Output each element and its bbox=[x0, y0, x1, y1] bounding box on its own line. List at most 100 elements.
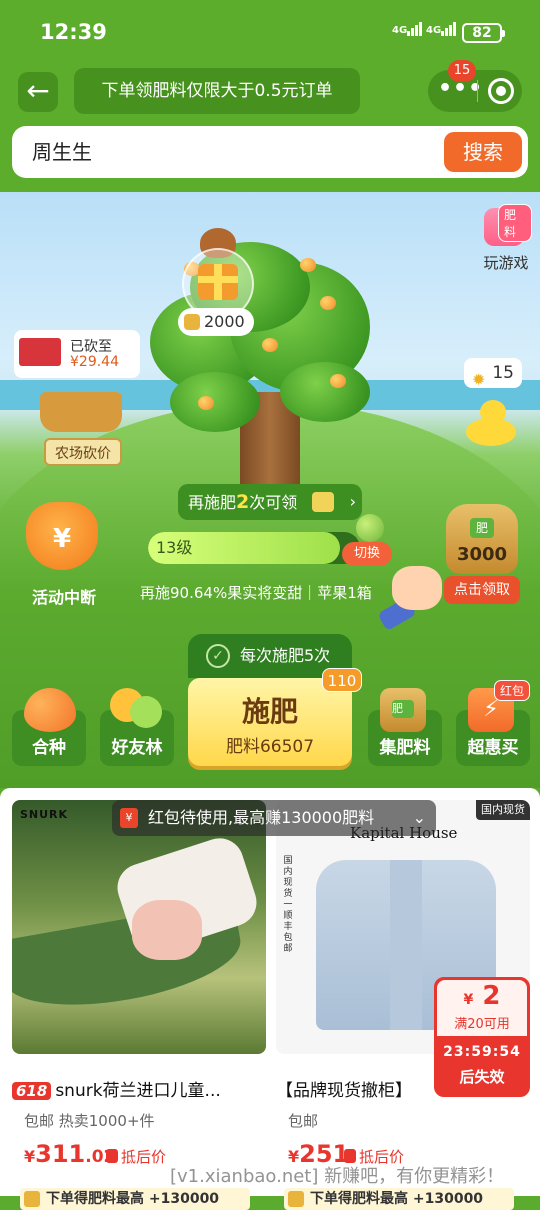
nav-collect-label: 集肥料 bbox=[379, 738, 431, 758]
price-int: 311 bbox=[35, 1140, 86, 1168]
fertilizer-bag-icon[interactable]: 肥 3000 bbox=[446, 504, 518, 574]
progress-text: 再施90.64%果实将变甜｜苹果1箱 bbox=[140, 584, 372, 602]
tip-count: 2 bbox=[236, 491, 250, 513]
battery-icon: 82 bbox=[462, 23, 505, 43]
product-title[interactable]: 618 snurk荷兰进口儿童... bbox=[12, 1076, 266, 1101]
apple-icon bbox=[356, 514, 384, 542]
chevron-right-icon: › bbox=[349, 492, 356, 511]
sf-badge: 国内现货 一顺丰包邮 bbox=[283, 856, 293, 954]
bag-amount: 3000 bbox=[456, 544, 508, 565]
money-bag-symbol: ¥ bbox=[52, 524, 72, 554]
divider bbox=[477, 80, 478, 102]
coupon-amount-value: 2 bbox=[482, 981, 501, 1011]
deduct-text: 抵后价 bbox=[121, 1148, 167, 1166]
close-target-icon[interactable] bbox=[488, 78, 514, 104]
nav-forest-label: 好友林 bbox=[111, 738, 163, 758]
level-progress-bar: 13级 bbox=[148, 532, 360, 564]
gift-icon bbox=[198, 264, 238, 300]
red-packet-banner[interactable]: ¥ 红包待使用,最高赚130000肥料 ⌄ bbox=[112, 800, 436, 836]
coupon-amount: ¥ 2 bbox=[437, 980, 527, 1016]
basket-icon[interactable] bbox=[40, 392, 122, 432]
fruit[interactable] bbox=[330, 374, 346, 388]
farm-scene: 2000 肥料 玩游戏 已砍至 ¥29.44 农场砍价 ✹ 15 再施肥2次可领 … bbox=[0, 192, 540, 788]
deduct-label: 抵后价 bbox=[106, 1146, 166, 1167]
product-subtitle: 包邮 bbox=[288, 1112, 319, 1130]
fertilize-label: 施肥 bbox=[241, 695, 298, 728]
game-label: 玩游戏 bbox=[483, 254, 529, 272]
coin-icon bbox=[184, 314, 200, 330]
red-packet-tag: 红包 bbox=[494, 680, 531, 701]
sack-badge: 肥 bbox=[392, 700, 414, 718]
nav-super-label: 超惠买 bbox=[467, 738, 519, 758]
coupon-expire: 后失效 bbox=[459, 1068, 505, 1086]
fertilize-badge: 110 bbox=[322, 668, 362, 692]
game-badge: 肥料 bbox=[498, 204, 532, 242]
claim-button[interactable]: 点击领取 bbox=[444, 576, 520, 604]
heart-icon bbox=[24, 688, 76, 732]
money-bag-icon[interactable]: ¥ bbox=[26, 502, 98, 570]
fertilizer-icon bbox=[288, 1191, 304, 1207]
coupon-timer: 23:59:54 bbox=[443, 1044, 521, 1060]
message-count-badge: 15 bbox=[448, 60, 476, 82]
fruit[interactable] bbox=[300, 258, 316, 272]
reward-text: 下单得肥料最高 +130000 bbox=[46, 1191, 220, 1207]
bargain-price: ¥29.44 bbox=[70, 354, 119, 370]
gift-coins-value: 2000 bbox=[204, 312, 245, 331]
search-bar: 搜索 bbox=[12, 126, 528, 178]
coupon-value: ¥ 2 满20可用 bbox=[437, 980, 527, 1036]
fertilizer-reward-strip: 下单得肥料最高 +130000 bbox=[284, 1188, 514, 1210]
coin-icon bbox=[344, 1149, 356, 1163]
order-tip-banner[interactable]: 下单领肥料仅限大于0.5元订单 bbox=[74, 68, 360, 114]
tip-suffix: 次可领 bbox=[249, 493, 298, 512]
product-thumbnail bbox=[19, 338, 61, 366]
fertilizer-reward-strip: 下单得肥料最高 +130000 bbox=[20, 1188, 250, 1210]
fertilizer-icon bbox=[312, 492, 334, 512]
brand-logo: SNURK bbox=[20, 808, 69, 821]
fruit[interactable] bbox=[262, 338, 278, 352]
bargain-card[interactable]: 已砍至 ¥29.44 bbox=[14, 330, 140, 378]
network-type: 4G bbox=[426, 25, 442, 36]
tip-prefix: 再施肥 bbox=[188, 493, 237, 512]
duck-count: 15 bbox=[492, 363, 514, 383]
fertilize-each-label: 每次施肥5次 bbox=[240, 646, 331, 665]
red-packet-text: 红包待使用,最高赚130000肥料 bbox=[148, 808, 375, 827]
search-input[interactable] bbox=[32, 126, 412, 178]
fertilize-tip[interactable]: 再施肥2次可领 › bbox=[178, 484, 362, 520]
check-icon: ✓ bbox=[206, 644, 230, 668]
coupon-currency: ¥ bbox=[463, 992, 474, 1008]
level-label: 13级 bbox=[156, 538, 193, 557]
reward-text: 下单得肥料最高 +130000 bbox=[310, 1191, 484, 1207]
fertilizer-amount: 肥料66507 bbox=[225, 737, 315, 757]
mini-program-capsule: ••• bbox=[428, 70, 522, 112]
product-subtitle: 包邮 热卖1000+件 bbox=[24, 1112, 155, 1130]
activity-label[interactable]: 活动中断 bbox=[16, 584, 112, 608]
search-button[interactable]: 搜索 bbox=[444, 132, 522, 172]
duck-icon[interactable] bbox=[462, 398, 518, 448]
farm-bargain-label[interactable]: 农场砍价 bbox=[44, 438, 122, 466]
coupon-condition: 满20可用 bbox=[454, 1017, 510, 1032]
fruit[interactable] bbox=[320, 296, 336, 310]
product-title-text: snurk荷兰进口儿童... bbox=[55, 1081, 221, 1101]
chevron-down-icon: ⌄ bbox=[412, 808, 426, 827]
nav-plant-label: 合种 bbox=[32, 738, 66, 758]
signal-icon: 4G bbox=[426, 22, 457, 36]
tree-leaves bbox=[280, 362, 370, 422]
coupon-popup[interactable]: ¥ 2 满20可用 23:59:54 后失效 bbox=[434, 977, 530, 1097]
signal-icon: 4G bbox=[392, 22, 423, 36]
trees-icon bbox=[110, 688, 162, 732]
price-currency: ¥ bbox=[24, 1147, 36, 1166]
bag-badge: 肥 bbox=[470, 518, 494, 538]
battery-level: 82 bbox=[472, 25, 492, 41]
promo-tag: 618 bbox=[12, 1082, 52, 1100]
stock-tag: 国内现货 bbox=[476, 800, 530, 820]
tree-leaves bbox=[170, 372, 260, 432]
duck-counter: ✹ 15 bbox=[464, 358, 522, 389]
coin-icon bbox=[106, 1149, 118, 1163]
fertilizer-sack-icon: 肥 bbox=[380, 688, 426, 732]
fruit[interactable] bbox=[198, 396, 214, 410]
sun-icon: ✹ bbox=[472, 370, 486, 389]
product-image[interactable]: SNURK bbox=[12, 800, 266, 1054]
play-game-button[interactable]: 肥料 玩游戏 bbox=[478, 204, 532, 272]
bargain-status: 已砍至 bbox=[70, 339, 112, 355]
back-arrow-icon[interactable]: ← bbox=[18, 72, 58, 112]
